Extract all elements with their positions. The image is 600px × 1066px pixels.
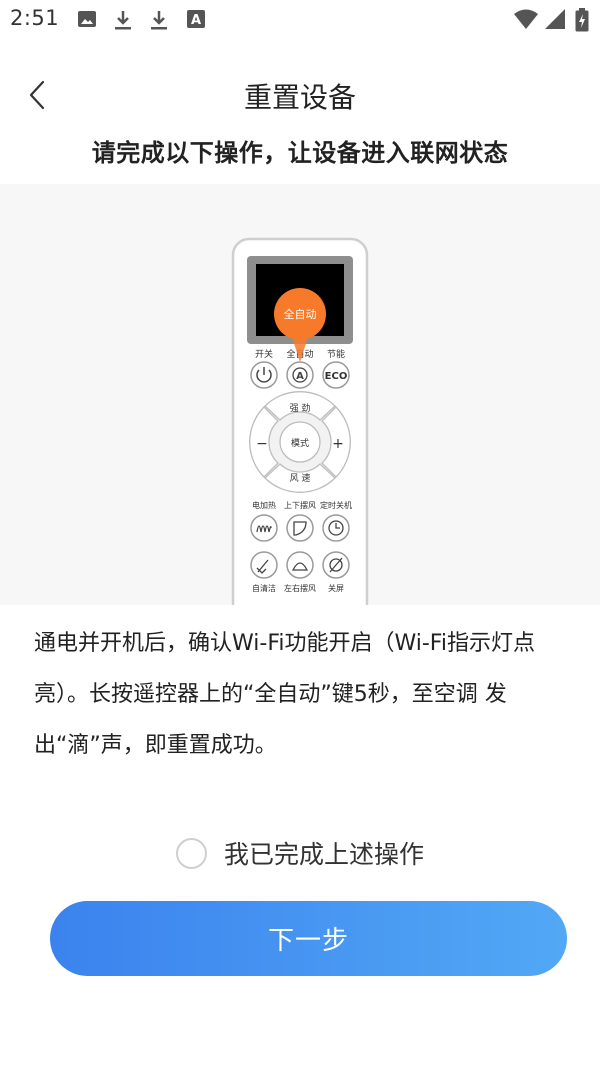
dpad-minus: −	[256, 436, 268, 452]
next-button[interactable]: 下一步	[50, 901, 567, 976]
status-bar: 2:51 A	[0, 0, 600, 40]
vswing-button-graphic	[286, 514, 314, 542]
label-heat: 电加热	[252, 500, 276, 510]
download-icon	[115, 11, 131, 30]
eco-text: ECO	[325, 371, 348, 382]
confirm-label[interactable]: 我已完成上述操作	[224, 835, 424, 871]
label-hswing: 左右摆风	[284, 583, 316, 593]
highlight-label: 全自动	[284, 307, 317, 321]
confirm-checkbox[interactable]: 我已完成上述操作	[0, 832, 600, 874]
remote-illustration: 开关 全自动 节能 A ECO 全自动 强 劲 模式 风 速 − + 电加热 上…	[0, 184, 600, 605]
remote-control-image: 开关 全自动 节能 A ECO 全自动 强 劲 模式 风 速 − + 电加热 上…	[231, 237, 369, 605]
wifi-icon	[514, 9, 538, 29]
status-time: 2:51	[10, 6, 60, 30]
a-letter-icon: A	[187, 10, 205, 28]
label-eco: 节能	[327, 348, 345, 360]
label-power: 开关	[255, 348, 273, 360]
dpad-up-label: 强 劲	[290, 402, 311, 414]
auto-a-icon: A	[296, 371, 304, 382]
page-title: 重置设备	[243, 81, 356, 114]
dpad-plus: +	[332, 436, 344, 452]
instruction-text: 通电并开机后，确认Wi-Fi功能开启（Wi-Fi指示灯点亮）。长按遥控器上的“全…	[34, 631, 535, 758]
signal-icon	[545, 9, 565, 29]
label-vswing: 上下摆风	[284, 500, 316, 510]
image-icon	[78, 11, 96, 27]
download-icon	[151, 11, 167, 30]
battery-icon	[575, 8, 589, 32]
confirm-radio[interactable]	[175, 837, 207, 869]
dpad-down-label: 风 速	[290, 473, 311, 484]
label-selfclean: 自清洁	[252, 583, 276, 593]
dpad-center-label: 模式	[291, 437, 309, 449]
label-timer: 定时关机	[320, 500, 352, 510]
label-screenoff: 关屏	[328, 583, 344, 593]
hswing-button-graphic	[286, 551, 314, 579]
subtitle: 请完成以下操作，让设备进入联网状态	[91, 139, 509, 167]
svg-text:A: A	[191, 13, 201, 28]
next-button-label: 下一步	[267, 926, 349, 956]
